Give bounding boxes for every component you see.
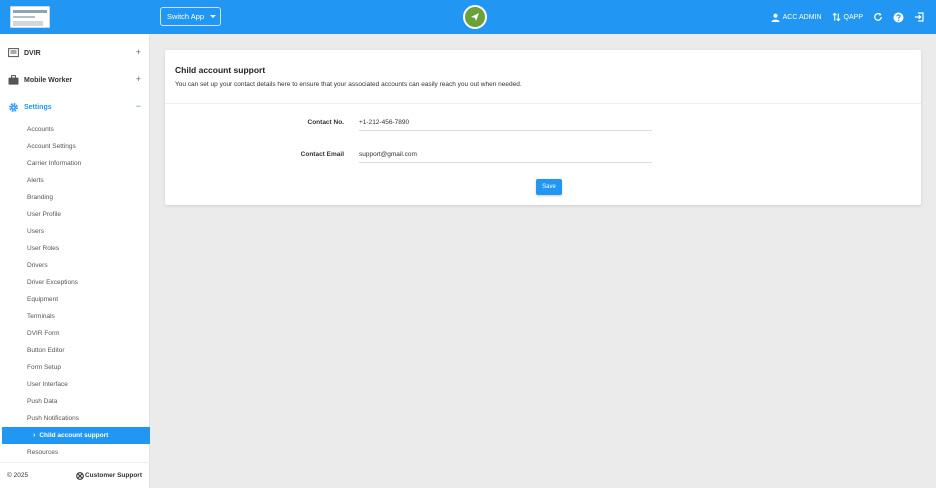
- swap-vertical-icon: [832, 12, 841, 22]
- sidebar-item-users[interactable]: Users: [0, 223, 150, 240]
- app-switcher[interactable]: QAPP: [832, 12, 863, 22]
- top-bar: Switch App ACC ADMIN QAPP: [0, 0, 936, 34]
- user-icon: [771, 13, 780, 22]
- sidebar-item-user-profile[interactable]: User Profile: [0, 206, 150, 223]
- sidebar-item-push-notifications[interactable]: Push Notifications: [0, 410, 150, 427]
- sidebar-item-account-settings[interactable]: Account Settings: [0, 138, 150, 155]
- expand-icon[interactable]: +: [136, 74, 141, 84]
- sidebar-item-alerts[interactable]: Alerts: [0, 172, 150, 189]
- sidebar: DVIR + Mobile Worker + Settings − Accoun…: [0, 34, 150, 488]
- sidebar-item-terminals[interactable]: Terminals: [0, 308, 150, 325]
- sidebar-section-settings[interactable]: Settings −: [0, 94, 150, 120]
- form-list-icon: [7, 47, 19, 59]
- collapse-icon[interactable]: −: [136, 101, 141, 111]
- sidebar-item-driver-exceptions[interactable]: Driver Exceptions: [0, 274, 150, 291]
- sidebar-section-label: Settings: [24, 103, 52, 111]
- sidebar-item-user-roles[interactable]: User Roles: [0, 240, 150, 257]
- page-title: Child account support: [175, 65, 266, 75]
- sidebar-item-push-data[interactable]: Push Data: [0, 393, 150, 410]
- customer-support-label: Customer Support: [84, 472, 142, 479]
- sidebar-item-form-setup[interactable]: Form Setup: [0, 359, 150, 376]
- company-logo[interactable]: [10, 6, 50, 28]
- copyright-text: © 2025: [7, 472, 29, 479]
- sidebar-section-dvir[interactable]: DVIR +: [0, 40, 150, 66]
- expand-icon[interactable]: +: [136, 47, 141, 57]
- sidebar-item-label: Child account support: [39, 432, 109, 439]
- chevron-right-icon: ›: [33, 432, 36, 439]
- help-button[interactable]: [893, 12, 904, 23]
- sidebar-item-user-interface[interactable]: User Interface: [0, 376, 150, 393]
- save-button[interactable]: Save: [536, 179, 562, 195]
- user-name: ACC ADMIN: [782, 13, 822, 21]
- sidebar-footer: © 2025 Customer Support: [0, 462, 150, 488]
- app-logo-icon[interactable]: [463, 5, 487, 29]
- card-header: Child account support You can set up you…: [165, 50, 921, 104]
- sidebar-section-mobile-worker[interactable]: Mobile Worker +: [0, 67, 150, 93]
- logout-icon: [914, 12, 924, 22]
- switch-app-label: Switch App: [167, 12, 205, 21]
- sidebar-section-label: Mobile Worker: [24, 76, 73, 84]
- sidebar-item-drivers[interactable]: Drivers: [0, 257, 150, 274]
- support-icon: [76, 471, 84, 480]
- help-icon: [893, 12, 904, 22]
- sidebar-item-button-editor[interactable]: Button Editor: [0, 342, 150, 359]
- header-actions: ACC ADMIN QAPP: [761, 0, 924, 34]
- sidebar-item-accounts[interactable]: Accounts: [0, 121, 150, 138]
- customer-support-link[interactable]: Customer Support: [76, 471, 142, 480]
- briefcase-icon: [7, 74, 19, 86]
- user-menu[interactable]: ACC ADMIN: [771, 13, 822, 22]
- gear-icon: [7, 101, 19, 113]
- sidebar-item-equipment[interactable]: Equipment: [0, 291, 150, 308]
- sidebar-item-resources[interactable]: Resources: [0, 444, 150, 461]
- app-name: QAPP: [843, 13, 863, 21]
- contact-email-field[interactable]: [359, 147, 652, 163]
- contact-no-label: Contact No.: [307, 119, 344, 126]
- sidebar-item-child-account-support[interactable]: › Child account support: [2, 427, 150, 444]
- contact-no-field[interactable]: [359, 115, 652, 131]
- contact-email-label: Contact Email: [300, 151, 344, 158]
- logout-button[interactable]: [914, 12, 924, 22]
- sidebar-item-dvir-form[interactable]: DVIR Form: [0, 325, 150, 342]
- sidebar-section-label: DVIR: [24, 49, 41, 57]
- child-account-support-card: Child account support You can set up you…: [165, 50, 921, 205]
- refresh-icon: [874, 12, 882, 21]
- refresh-button[interactable]: [873, 12, 883, 22]
- page-description: You can set up your contact details here…: [175, 81, 522, 88]
- sidebar-item-branding[interactable]: Branding: [0, 189, 150, 206]
- sidebar-item-carrier-information[interactable]: Carrier Information: [0, 155, 150, 172]
- switch-app-button[interactable]: Switch App: [160, 7, 221, 26]
- caret-down-icon: [210, 15, 217, 18]
